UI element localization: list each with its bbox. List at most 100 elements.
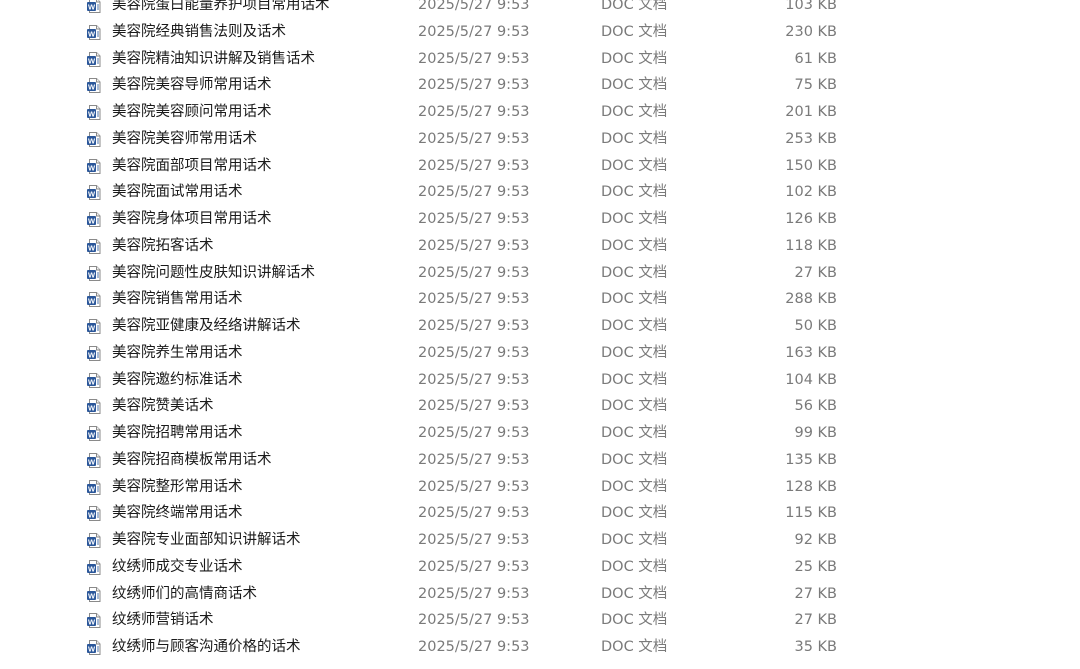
svg-text:W: W (88, 2, 96, 11)
file-row[interactable]: W 美容院销售常用话术 2025/5/27 9:53 DOC 文档 288 KB (0, 286, 1080, 313)
file-size: 288 KB (785, 291, 837, 308)
file-name[interactable]: 美容院问题性皮肤知识讲解话术 (112, 260, 315, 287)
file-modified-date: 2025/5/27 9:53 (418, 211, 530, 227)
file-row[interactable]: W 纹绣师与顾客沟通价格的话术 2025/5/27 9:53 DOC 文档 35… (0, 634, 1080, 661)
file-modified-date: 2025/5/27 9:53 (418, 344, 530, 361)
file-name[interactable]: 美容院养生常用话术 (112, 340, 243, 367)
file-type: DOC 文档 (601, 23, 668, 40)
file-modified-date: 2025/5/27 9:53 (418, 398, 530, 415)
word-document-icon: W (86, 372, 103, 389)
file-name[interactable]: 美容院美容师常用话术 (112, 126, 257, 153)
file-name[interactable]: 美容院身体项目常用话术 (112, 206, 272, 233)
file-size: 35 KB (794, 639, 837, 655)
file-name[interactable]: 美容院专业面部知识讲解话术 (112, 527, 301, 554)
file-row[interactable]: W 纹绣师成交专业话术 2025/5/27 9:53 DOC 文档 25 KB (0, 554, 1080, 581)
file-row[interactable]: W 美容院拓客话术 2025/5/27 9:53 DOC 文档 118 KB (0, 233, 1080, 260)
file-row[interactable]: W 美容院问题性皮肤知识讲解话术 2025/5/27 9:53 DOC 文档 2… (0, 260, 1080, 287)
file-row[interactable]: W 美容院蛋白能量养护项目常用话术 2025/5/27 9:53 DOC 文档 … (0, 0, 1080, 19)
svg-text:W: W (88, 457, 96, 466)
file-name[interactable]: 美容院面部项目常用话术 (112, 153, 272, 180)
file-name[interactable]: 美容院终端常用话术 (112, 500, 243, 527)
file-name[interactable]: 美容院赞美话术 (112, 393, 214, 420)
file-size: 115 KB (785, 505, 837, 522)
svg-text:W: W (88, 29, 96, 38)
svg-text:W: W (88, 377, 96, 386)
word-document-icon: W (86, 452, 103, 469)
file-name[interactable]: 美容院拓客话术 (112, 233, 214, 260)
file-name[interactable]: 纹绣师营销话术 (112, 607, 214, 634)
file-name[interactable]: 美容院邀约标准话术 (112, 367, 243, 394)
file-list: W 美容院蛋白能量养护项目常用话术 2025/5/27 9:53 DOC 文档 … (0, 0, 1080, 661)
file-name[interactable]: 纹绣师成交专业话术 (112, 554, 243, 581)
file-row[interactable]: W 美容院美容顾问常用话术 2025/5/27 9:53 DOC 文档 201 … (0, 99, 1080, 126)
file-row[interactable]: W 纹绣师们的高情商话术 2025/5/27 9:53 DOC 文档 27 KB (0, 581, 1080, 608)
file-size: 163 KB (785, 344, 837, 361)
file-size: 150 KB (785, 157, 837, 174)
file-row[interactable]: W 美容院经典销售法则及话术 2025/5/27 9:53 DOC 文档 230… (0, 19, 1080, 46)
file-row[interactable]: W 美容院面试常用话术 2025/5/27 9:53 DOC 文档 102 KB (0, 179, 1080, 206)
file-type: DOC 文档 (601, 585, 668, 602)
file-size: 253 KB (785, 130, 837, 147)
file-row[interactable]: W 美容院美容导师常用话术 2025/5/27 9:53 DOC 文档 75 K… (0, 72, 1080, 99)
svg-text:W: W (88, 297, 96, 306)
svg-text:W: W (88, 618, 96, 627)
word-document-icon: W (86, 586, 103, 603)
svg-text:W: W (88, 270, 96, 279)
file-modified-date: 2025/5/27 9:53 (418, 77, 530, 94)
file-row[interactable]: W 美容院专业面部知识讲解话术 2025/5/27 9:53 DOC 文档 92… (0, 527, 1080, 554)
svg-text:W: W (88, 163, 96, 172)
file-row[interactable]: W 美容院招商模板常用话术 2025/5/27 9:53 DOC 文档 135 … (0, 447, 1080, 474)
file-type: DOC 文档 (601, 451, 668, 468)
svg-text:W: W (88, 484, 96, 493)
svg-text:W: W (88, 136, 96, 145)
file-name[interactable]: 纹绣师们的高情商话术 (112, 581, 257, 608)
file-name[interactable]: 美容院招聘常用话术 (112, 420, 243, 447)
file-name[interactable]: 美容院美容顾问常用话术 (112, 99, 272, 126)
file-modified-date: 2025/5/27 9:53 (418, 451, 530, 468)
file-row[interactable]: W 美容院养生常用话术 2025/5/27 9:53 DOC 文档 163 KB (0, 340, 1080, 367)
file-name[interactable]: 美容院面试常用话术 (112, 179, 243, 206)
svg-text:W: W (88, 216, 96, 225)
file-row[interactable]: W 美容院面部项目常用话术 2025/5/27 9:53 DOC 文档 150 … (0, 153, 1080, 180)
file-name[interactable]: 美容院精油知识讲解及销售话术 (112, 46, 315, 73)
file-row[interactable]: W 纹绣师营销话术 2025/5/27 9:53 DOC 文档 27 KB (0, 607, 1080, 634)
file-name[interactable]: 美容院经典销售法则及话术 (112, 19, 286, 46)
file-size: 56 KB (794, 398, 837, 415)
file-row[interactable]: W 美容院亚健康及经络讲解话术 2025/5/27 9:53 DOC 文档 50… (0, 313, 1080, 340)
file-row[interactable]: W 美容院整形常用话术 2025/5/27 9:53 DOC 文档 128 KB (0, 474, 1080, 501)
file-type: DOC 文档 (601, 291, 668, 308)
file-size: 128 KB (785, 478, 837, 495)
file-name[interactable]: 美容院招商模板常用话术 (112, 447, 272, 474)
file-size: 99 KB (794, 425, 837, 441)
svg-text:W: W (88, 190, 96, 199)
file-modified-date: 2025/5/27 9:53 (418, 612, 530, 629)
word-document-icon: W (86, 238, 103, 255)
file-name[interactable]: 美容院销售常用话术 (112, 286, 243, 313)
file-name[interactable]: 美容院整形常用话术 (112, 474, 243, 501)
file-row[interactable]: W 美容院邀约标准话术 2025/5/27 9:53 DOC 文档 104 KB (0, 367, 1080, 394)
file-name[interactable]: 美容院美容导师常用话术 (112, 72, 272, 99)
file-type: DOC 文档 (601, 612, 668, 629)
word-document-icon: W (86, 345, 103, 362)
word-document-icon: W (86, 559, 103, 576)
file-modified-date: 2025/5/27 9:53 (418, 264, 530, 281)
file-modified-date: 2025/5/27 9:53 (418, 237, 530, 254)
file-row[interactable]: W 美容院招聘常用话术 2025/5/27 9:53 DOC 文档 99 KB (0, 420, 1080, 447)
file-type: DOC 文档 (601, 478, 668, 495)
file-row[interactable]: W 美容院精油知识讲解及销售话术 2025/5/27 9:53 DOC 文档 6… (0, 46, 1080, 73)
file-name[interactable]: 美容院蛋白能量养护项目常用话术 (112, 0, 330, 19)
file-name[interactable]: 美容院亚健康及经络讲解话术 (112, 313, 301, 340)
file-type: DOC 文档 (601, 532, 668, 548)
file-row[interactable]: W 美容院赞美话术 2025/5/27 9:53 DOC 文档 56 KB (0, 393, 1080, 420)
word-document-icon: W (86, 639, 103, 656)
file-type: DOC 文档 (601, 104, 668, 120)
file-type: DOC 文档 (601, 211, 668, 227)
svg-text:W: W (88, 243, 96, 252)
file-type: DOC 文档 (601, 318, 668, 334)
file-modified-date: 2025/5/27 9:53 (418, 585, 530, 602)
file-modified-date: 2025/5/27 9:53 (418, 371, 530, 388)
file-row[interactable]: W 美容院身体项目常用话术 2025/5/27 9:53 DOC 文档 126 … (0, 206, 1080, 233)
file-row[interactable]: W 美容院美容师常用话术 2025/5/27 9:53 DOC 文档 253 K… (0, 126, 1080, 153)
file-row[interactable]: W 美容院终端常用话术 2025/5/27 9:53 DOC 文档 115 KB (0, 500, 1080, 527)
file-name[interactable]: 纹绣师与顾客沟通价格的话术 (112, 634, 301, 661)
